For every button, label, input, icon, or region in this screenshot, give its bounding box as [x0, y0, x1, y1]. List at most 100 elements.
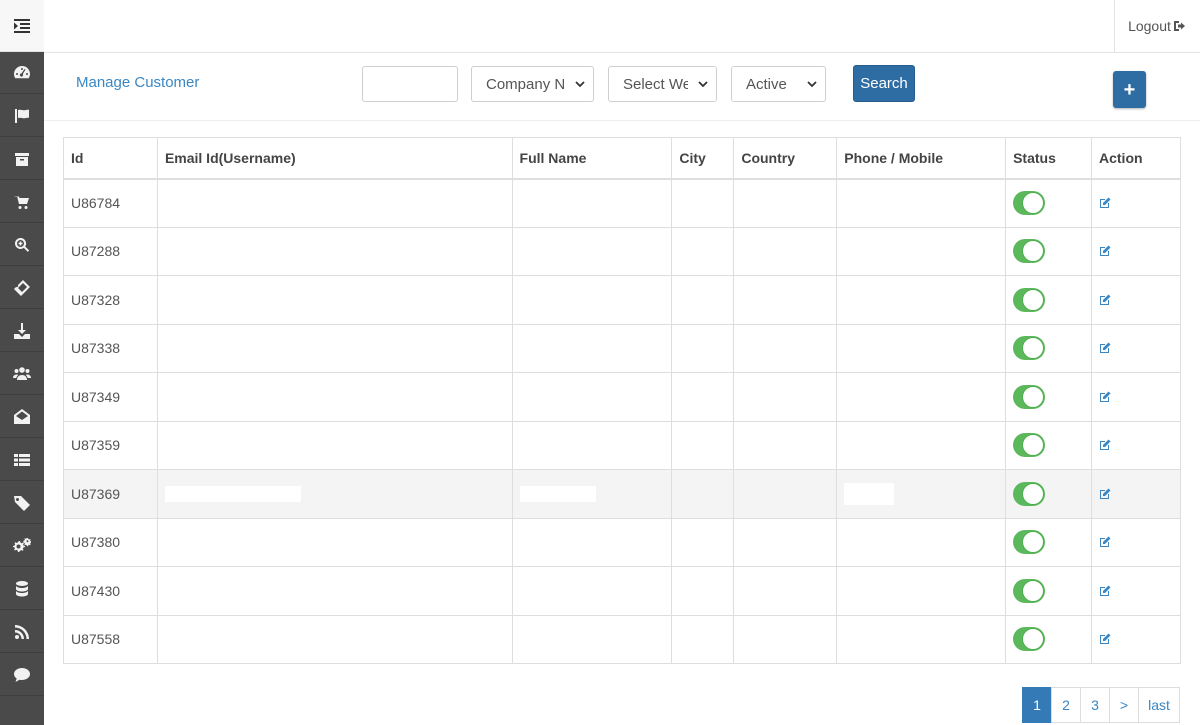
- column-header-city[interactable]: City: [671, 137, 735, 180]
- status-toggle[interactable]: [1013, 433, 1046, 458]
- toggle-knob: [1022, 531, 1045, 554]
- sidebar-item-rss[interactable]: [0, 611, 44, 653]
- status-toggle[interactable]: [1013, 481, 1046, 506]
- add-customer-button[interactable]: +: [1113, 71, 1146, 108]
- table-row: U87288: [63, 226, 1181, 276]
- status-toggle[interactable]: [1013, 384, 1046, 409]
- chevron-down-icon: [575, 79, 585, 89]
- edit-icon[interactable]: [1099, 488, 1173, 500]
- sidebar-item-dashboard[interactable]: [0, 52, 44, 94]
- country-cell: [733, 323, 838, 373]
- status-cell: [1005, 323, 1092, 373]
- status-toggle[interactable]: [1013, 627, 1046, 652]
- status-toggle[interactable]: [1013, 336, 1046, 361]
- sidebar-item-flag[interactable]: [0, 95, 44, 137]
- chevron-down-icon: [698, 79, 708, 89]
- search-button[interactable]: Search: [853, 65, 915, 102]
- status-cell: [1005, 226, 1092, 276]
- email-cell: [156, 566, 513, 616]
- sidebar-item-archive[interactable]: [0, 138, 44, 180]
- table-header-row: Id Email Id(Username) Full Name City Cou…: [63, 137, 1181, 180]
- page-title[interactable]: Manage Customer: [76, 74, 199, 91]
- full-name-cell: [511, 275, 673, 325]
- sidebar-item-users[interactable]: [0, 353, 44, 395]
- sidebar-item-tags[interactable]: [0, 482, 44, 524]
- sidebar-item-search[interactable]: [0, 224, 44, 266]
- city-cell: [671, 226, 735, 276]
- full-name-cell: [511, 372, 673, 422]
- edit-icon[interactable]: [1099, 197, 1173, 209]
- menu-indent-icon: [14, 18, 30, 33]
- search-input[interactable]: [362, 66, 458, 102]
- edit-icon[interactable]: [1099, 391, 1173, 403]
- id-cell: U87369: [63, 469, 158, 519]
- gears-icon: [13, 537, 31, 552]
- edit-icon[interactable]: [1099, 342, 1173, 354]
- sidebar-item-cart[interactable]: [0, 181, 44, 223]
- search-plus-icon: [15, 237, 30, 252]
- sidebar-item-mail[interactable]: [0, 396, 44, 438]
- plus-icon: +: [1123, 78, 1136, 101]
- sidebar-item-list[interactable]: [0, 439, 44, 481]
- full-name-cell: [511, 517, 673, 567]
- ticket-icon: [14, 279, 30, 296]
- status-select[interactable]: Active: [731, 66, 826, 102]
- column-header-phone[interactable]: Phone / Mobile: [836, 137, 1007, 180]
- action-cell: [1091, 614, 1181, 664]
- sidebar-item-download[interactable]: [0, 310, 44, 352]
- full-name-cell: [511, 226, 673, 276]
- status-cell: [1005, 517, 1092, 567]
- next-page-button[interactable]: >: [1109, 687, 1139, 723]
- phone-cell: [836, 469, 1007, 519]
- status-toggle[interactable]: [1013, 578, 1046, 603]
- column-header-status[interactable]: Status: [1005, 137, 1092, 180]
- city-cell: [671, 420, 735, 470]
- sidebar-item-ticket[interactable]: [0, 267, 44, 309]
- last-page-button[interactable]: last: [1138, 687, 1180, 723]
- redacted-block: [164, 486, 301, 503]
- page-2-button[interactable]: 2: [1051, 687, 1081, 723]
- pagination: 1 2 3 > last: [1022, 687, 1180, 723]
- phone-cell: [836, 323, 1007, 373]
- email-cell: [156, 517, 513, 567]
- sidebar-item-database[interactable]: [0, 568, 44, 610]
- status-toggle[interactable]: [1013, 530, 1046, 555]
- edit-icon[interactable]: [1099, 245, 1173, 257]
- company-select-value: Company Nan: [486, 75, 565, 93]
- city-cell: [671, 275, 735, 325]
- phone-cell: [836, 372, 1007, 422]
- edit-icon[interactable]: [1099, 536, 1173, 548]
- country-cell: [733, 420, 838, 470]
- edit-icon[interactable]: [1099, 633, 1173, 645]
- toggle-knob: [1022, 337, 1045, 360]
- sidebar-item-settings[interactable]: [0, 525, 44, 567]
- page-1-button[interactable]: 1: [1022, 687, 1052, 723]
- edit-icon[interactable]: [1099, 294, 1173, 306]
- status-toggle[interactable]: [1013, 287, 1046, 312]
- sign-out-icon: [1173, 21, 1185, 31]
- column-header-id[interactable]: Id: [63, 137, 158, 180]
- sidebar-item-chat[interactable]: [0, 654, 44, 696]
- status-toggle[interactable]: [1013, 239, 1046, 264]
- logout-button[interactable]: Logout: [1114, 0, 1200, 52]
- id-cell: U87349: [63, 372, 158, 422]
- table-row: U87349: [63, 372, 1181, 422]
- phone-cell: [836, 420, 1007, 470]
- website-select[interactable]: Select Webs: [608, 66, 717, 102]
- column-header-full-name[interactable]: Full Name: [511, 137, 673, 180]
- column-header-country[interactable]: Country: [733, 137, 838, 180]
- logout-label: Logout: [1128, 18, 1171, 34]
- sidebar-toggle-button[interactable]: [0, 0, 44, 52]
- action-cell: [1091, 178, 1181, 228]
- status-toggle[interactable]: [1013, 191, 1046, 215]
- action-cell: [1091, 226, 1181, 276]
- website-select-value: Select Webs: [623, 75, 688, 93]
- envelope-open-icon: [14, 408, 30, 424]
- edit-icon[interactable]: [1099, 585, 1173, 597]
- company-select[interactable]: Company Nan: [471, 66, 594, 102]
- edit-icon[interactable]: [1099, 439, 1173, 451]
- status-select-value: Active: [746, 75, 787, 93]
- toggle-knob: [1022, 628, 1045, 651]
- page-3-button[interactable]: 3: [1080, 687, 1110, 723]
- column-header-email[interactable]: Email Id(Username): [156, 137, 513, 180]
